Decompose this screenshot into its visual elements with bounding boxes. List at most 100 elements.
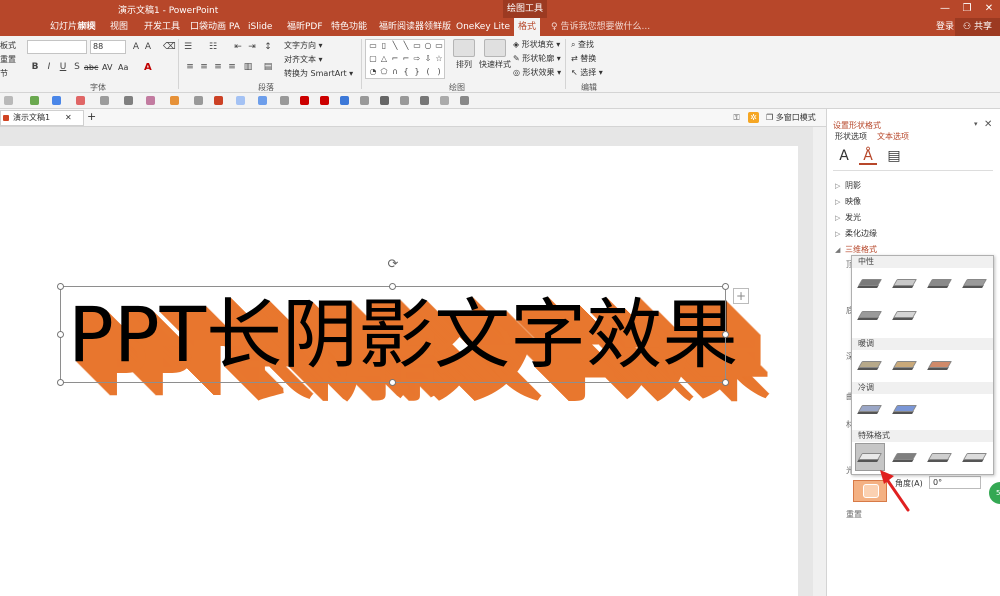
lighting-preset[interactable] — [856, 352, 884, 378]
toolbar-tool-icon[interactable] — [400, 96, 409, 105]
tab-text-options[interactable]: 文本选项 — [877, 131, 909, 142]
pane-section-3[interactable]: ▷ 柔化边缘 — [835, 228, 877, 239]
shape-rounded-rect-icon[interactable]: ▢ — [368, 54, 378, 63]
text-effects-icon[interactable]: Å — [859, 147, 877, 165]
pane-options-dropdown-icon[interactable]: ▾ — [974, 120, 978, 128]
pane-section-4[interactable]: ◢ 三维格式 — [835, 244, 877, 255]
text-box-icon[interactable]: ▤ — [262, 61, 274, 73]
shape-elbow-icon[interactable]: ⌐ — [390, 54, 400, 63]
new-tab-button[interactable]: + — [87, 110, 96, 124]
toolbar-tool-icon[interactable] — [440, 96, 449, 105]
pane-section-2[interactable]: ▷ 发光 — [835, 212, 861, 223]
select-button[interactable]: ↖ 选择 ▾ — [571, 67, 603, 78]
toolbar-tool-icon[interactable] — [170, 96, 179, 105]
shape-outline-button[interactable]: ✎ 形状轮廓 ▾ — [513, 53, 561, 64]
lighting-preset[interactable] — [856, 270, 884, 296]
tab-10[interactable]: 格式 — [514, 18, 541, 36]
tab-9[interactable]: OneKey Lite — [452, 18, 514, 36]
font-color-button[interactable]: A — [144, 62, 152, 73]
angle-input[interactable]: 0° — [929, 476, 981, 489]
layout-options-button[interactable]: + — [733, 288, 749, 304]
toolbar-tool-icon[interactable] — [236, 96, 245, 105]
floating-assistant-button[interactable]: 5s — [989, 482, 1000, 504]
rotate-handle-icon[interactable]: ⟳ — [386, 258, 400, 272]
convert-smartart-button[interactable]: 转换为 SmartArt ▾ — [284, 68, 353, 79]
pane-close-icon[interactable]: ✕ — [984, 119, 992, 130]
align-right-icon[interactable]: ≡ — [212, 61, 224, 73]
shape-oval-icon[interactable]: ○ — [423, 41, 433, 50]
toolbar-tool-icon[interactable] — [340, 96, 349, 105]
shape-textbox-icon[interactable]: ▭ — [368, 41, 378, 50]
toolbar-tool-icon[interactable] — [124, 96, 133, 105]
char-spacing-button[interactable]: AV — [102, 63, 112, 72]
shape-line-icon[interactable]: ╲ — [401, 41, 411, 50]
numbering-icon[interactable]: ☷ — [207, 41, 219, 53]
decrease-indent-icon[interactable]: ⇤ — [232, 41, 244, 53]
strikethrough-button[interactable]: abc — [84, 63, 98, 72]
textbox-icon[interactable]: ▤ — [885, 147, 903, 165]
lighting-preset[interactable] — [891, 396, 919, 422]
settings-icon[interactable]: ✲ — [748, 112, 759, 123]
shape-arrow-down-icon[interactable]: ⇩ — [423, 54, 433, 63]
tab-1[interactable]: 审阅 — [74, 18, 100, 36]
resize-handle[interactable] — [57, 283, 64, 290]
tab-2[interactable]: 视图 — [106, 18, 132, 36]
login-button[interactable]: 登录 — [936, 18, 954, 36]
pane-section-0[interactable]: ▷ 阴影 — [835, 180, 861, 191]
restore-button[interactable]: ❐ — [956, 0, 978, 18]
toolbar-tool-icon[interactable] — [280, 96, 289, 105]
font-size-input[interactable]: 88 — [90, 40, 126, 54]
line-spacing-icon[interactable]: ↕ — [262, 41, 274, 53]
resize-handle[interactable] — [722, 283, 729, 290]
toolbar-tool-icon[interactable] — [52, 96, 61, 105]
shape-pentagon-icon[interactable]: ⬠ — [379, 67, 389, 76]
toolbar-tool-icon[interactable] — [460, 96, 469, 105]
bullets-icon[interactable]: ☰ — [182, 41, 194, 53]
lock-icon[interactable]: ⚿ — [731, 112, 742, 123]
toolbar-tool-icon[interactable] — [4, 96, 13, 105]
layout-button-partial[interactable]: 板式 — [0, 40, 16, 51]
columns-icon[interactable]: ▥ — [242, 61, 254, 73]
shape-rectangle-icon[interactable]: ▭ — [434, 41, 444, 50]
replace-button[interactable]: ⇄ 替换 — [571, 53, 596, 64]
lighting-preset[interactable] — [856, 396, 884, 422]
toolbar-tool-icon[interactable] — [360, 96, 369, 105]
text-direction-button[interactable]: 文字方向 ▾ — [284, 40, 323, 51]
shape-star-icon[interactable]: ☆ — [434, 54, 444, 63]
shape-line-icon[interactable]: ╲ — [390, 41, 400, 50]
increase-indent-icon[interactable]: ⇥ — [246, 41, 258, 53]
toolbar-tool-icon[interactable] — [380, 96, 389, 105]
grow-font-icon[interactable]: A — [130, 41, 142, 53]
toolbar-tool-icon[interactable] — [300, 96, 309, 105]
shape-bracket-icon[interactable]: ) — [434, 67, 444, 76]
lighting-preset[interactable] — [891, 270, 919, 296]
shape-rectangle-icon[interactable]: ▭ — [412, 41, 422, 50]
resize-handle[interactable] — [722, 379, 729, 386]
underline-button[interactable]: U — [57, 61, 69, 73]
tab-6[interactable]: 福昕PDF — [283, 18, 327, 36]
quick-styles-button[interactable]: 快速样式 — [478, 39, 512, 70]
section-button-partial[interactable]: 节 — [0, 68, 8, 79]
resize-handle[interactable] — [57, 379, 64, 386]
bold-button[interactable]: B — [29, 61, 41, 73]
shape-brace-icon[interactable]: { — [401, 67, 411, 76]
tab-5[interactable]: iSlide — [244, 18, 276, 36]
align-center-icon[interactable]: ≡ — [198, 61, 210, 73]
document-tab[interactable]: 演示文稿1 ✕ — [0, 110, 84, 126]
resize-handle[interactable] — [389, 379, 396, 386]
toolbar-tool-icon[interactable] — [194, 96, 203, 105]
toolbar-tool-icon[interactable] — [320, 96, 329, 105]
reset-button-partial[interactable]: 重置 — [0, 54, 16, 65]
tab-4[interactable]: 口袋动画 PA — [186, 18, 244, 36]
tab-8[interactable]: 福昕阅读器领鲜版 — [375, 18, 455, 36]
close-button[interactable]: ✕ — [978, 0, 1000, 18]
lighting-preset[interactable] — [891, 444, 919, 470]
shadow-text-button[interactable]: S — [71, 61, 83, 73]
shape-triangle-icon[interactable]: △ — [379, 54, 389, 63]
lighting-preset[interactable] — [856, 302, 884, 328]
align-text-button[interactable]: 对齐文本 ▾ — [284, 54, 323, 65]
lighting-preset[interactable] — [961, 270, 989, 296]
find-button[interactable]: ⌕ 查找 — [571, 39, 594, 50]
shape-fill-button[interactable]: ◈ 形状填充 ▾ — [513, 39, 560, 50]
justify-icon[interactable]: ≡ — [226, 61, 238, 73]
